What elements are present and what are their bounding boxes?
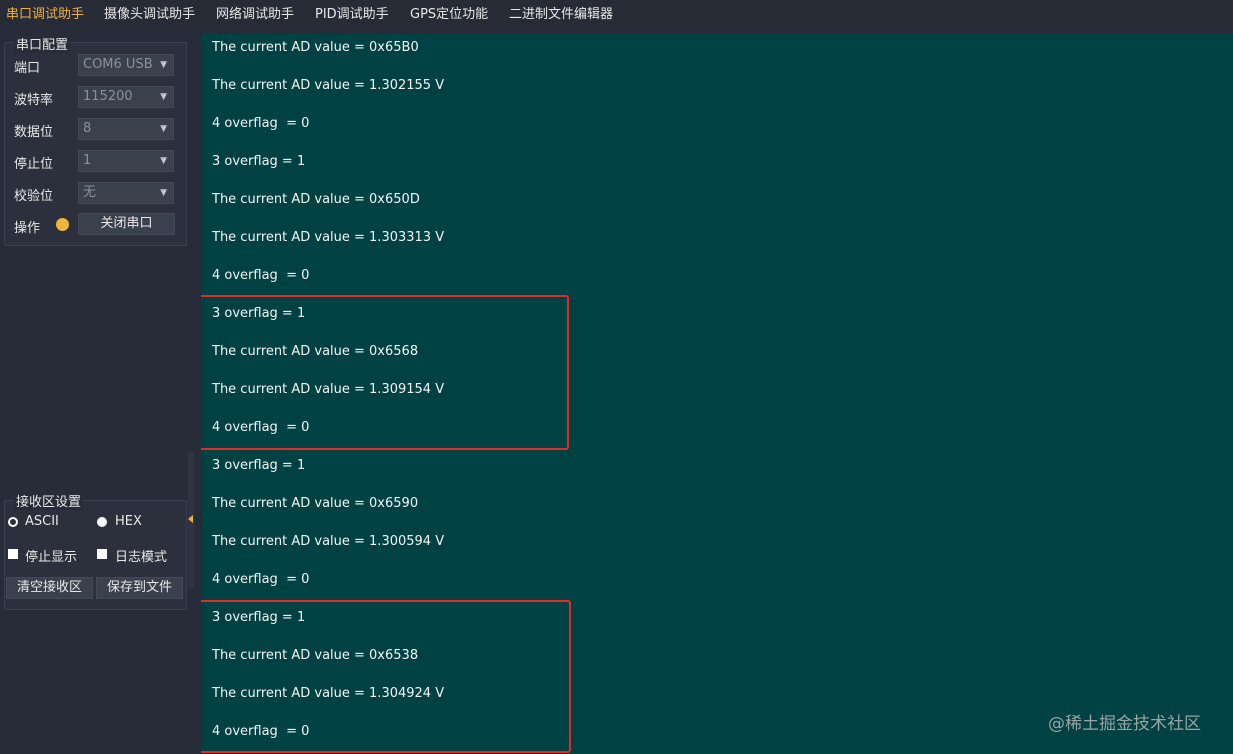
clear-receive-button[interactable]: 清空接收区 <box>6 577 93 599</box>
receive-line: 3 overflag = 1 <box>212 154 306 169</box>
chevron-down-icon: ▼ <box>160 60 167 70</box>
chevron-down-icon: ▼ <box>160 92 167 102</box>
menu-network-assistant[interactable]: 网络调试助手 <box>216 3 294 22</box>
highlight-box <box>201 600 571 753</box>
stopbits-label: 停止位 <box>14 157 54 172</box>
databits-select[interactable]: 8 ▼ <box>78 118 174 140</box>
receive-line: The current AD value = 1.300594 V <box>212 534 445 549</box>
receive-line: The current AD value = 1.303313 V <box>212 230 445 245</box>
receive-line: The current AD value = 0x65B0 <box>212 40 419 55</box>
chevron-down-icon: ▼ <box>160 156 167 166</box>
serial-config-title: 串口配置 <box>14 34 71 53</box>
close-port-button[interactable]: 关闭串口 <box>78 213 175 235</box>
stopbits-select[interactable]: 1 ▼ <box>78 150 174 172</box>
ascii-label: ASCII <box>25 514 59 529</box>
port-status-indicator <box>56 218 69 231</box>
menu-serial-assistant[interactable]: 串口调试助手 <box>6 3 84 22</box>
receive-line: 4 overflag = 0 <box>212 572 310 587</box>
parity-select[interactable]: 无 ▼ <box>78 182 174 204</box>
parity-label: 校验位 <box>14 189 54 204</box>
baud-label: 波特率 <box>14 93 54 108</box>
hex-label: HEX <box>115 514 142 529</box>
receive-line: The current AD value = 0x650D <box>212 192 420 207</box>
receive-line: 3 overflag = 1 <box>212 458 306 473</box>
collapse-arrow-icon[interactable] <box>188 515 193 523</box>
hex-radio[interactable] <box>97 517 107 527</box>
menu-gps[interactable]: GPS定位功能 <box>410 3 488 22</box>
operation-label: 操作 <box>14 221 41 236</box>
baud-select[interactable]: 115200 ▼ <box>78 86 174 108</box>
recv-settings-title: 接收区设置 <box>14 491 84 510</box>
menu-bar: 串口调试助手 摄像头调试助手 网络调试助手 PID调试助手 GPS定位功能 二进… <box>0 0 1233 24</box>
ascii-radio[interactable] <box>8 517 18 527</box>
highlight-box <box>201 295 569 450</box>
menu-camera-assistant[interactable]: 摄像头调试助手 <box>104 3 195 22</box>
receive-area[interactable]: The current AD value = 0x65B0 The curren… <box>201 34 1233 754</box>
receive-line: The current AD value = 0x6590 <box>212 496 419 511</box>
log-mode-label: 日志模式 <box>115 550 168 565</box>
port-label: 端口 <box>14 61 41 76</box>
stop-display-label: 停止显示 <box>25 550 78 565</box>
chevron-down-icon: ▼ <box>160 188 167 198</box>
databits-label: 数据位 <box>14 125 54 140</box>
watermark: @稀土掘金技术社区 <box>1048 714 1201 734</box>
receive-line: 4 overflag = 0 <box>212 116 310 131</box>
menu-pid-assistant[interactable]: PID调试助手 <box>315 3 389 22</box>
stop-display-checkbox[interactable] <box>8 549 18 559</box>
log-mode-checkbox[interactable] <box>97 549 107 559</box>
save-to-file-button[interactable]: 保存到文件 <box>96 577 183 599</box>
receive-line: The current AD value = 1.302155 V <box>212 78 445 93</box>
receive-line: 4 overflag = 0 <box>212 268 310 283</box>
port-select[interactable]: COM6 USB ▼ <box>78 54 174 76</box>
chevron-down-icon: ▼ <box>160 124 167 134</box>
menu-binary-editor[interactable]: 二进制文件编辑器 <box>509 3 613 22</box>
